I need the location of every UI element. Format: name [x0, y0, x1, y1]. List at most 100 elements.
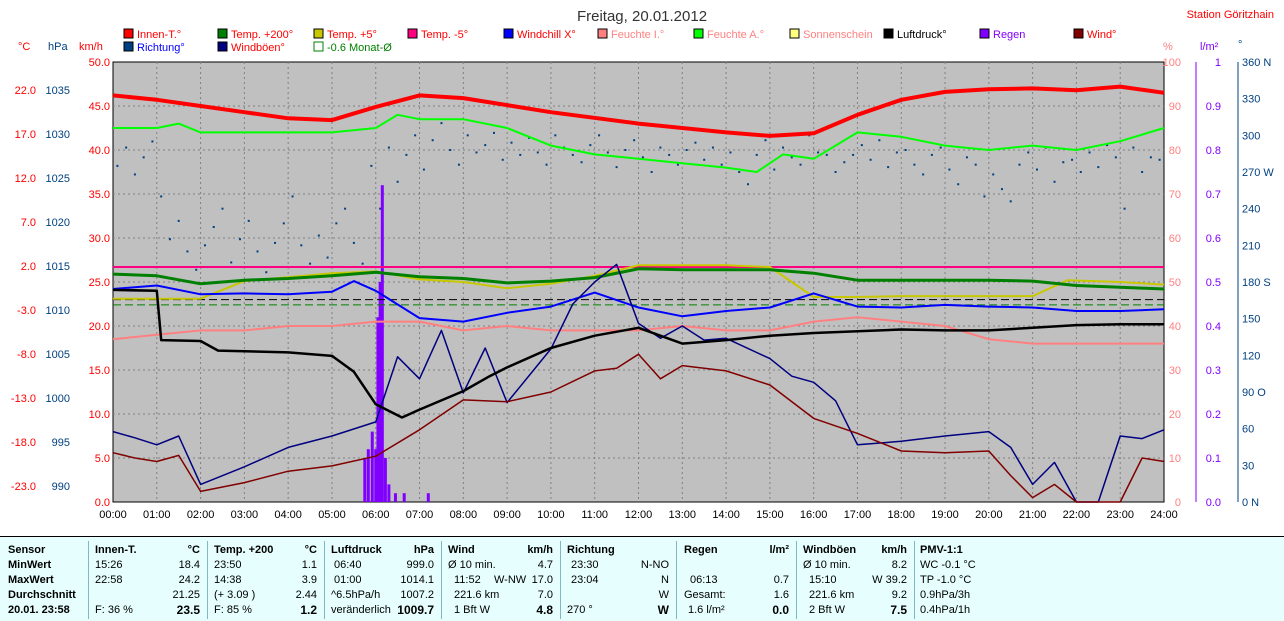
- direction-point: [484, 144, 487, 147]
- stats-luftdruck-max-time: 01:00: [334, 574, 362, 586]
- direction-point: [300, 244, 303, 247]
- direction-point: [720, 163, 723, 166]
- stats-luftdruck-min-time: 06:40: [334, 559, 362, 571]
- direction-point: [422, 168, 425, 171]
- direction-point: [449, 149, 452, 151]
- stats-wind-title: Wind: [448, 544, 475, 556]
- direction-point: [843, 161, 846, 164]
- direction-point: [203, 244, 206, 247]
- tick-label-direction: 300: [1242, 130, 1260, 142]
- tick-label-temp: 2.0: [21, 261, 36, 273]
- stats-innen-max-value: 24.2: [178, 574, 200, 586]
- stats-richtung-title: Richtung: [567, 544, 615, 556]
- stats-windboen-min-value: 8.2: [891, 559, 907, 571]
- tick-label-time: 14:00: [712, 509, 740, 521]
- tick-label-time: 03:00: [231, 509, 259, 521]
- stats-temp200-max-value: 3.9: [301, 574, 317, 586]
- legend-label: Feuchte A.°: [707, 29, 764, 41]
- stats-innen-min-time: 15:26: [95, 559, 123, 571]
- direction-point: [983, 195, 986, 198]
- tick-label-direction: 270 W: [1242, 167, 1274, 179]
- stats-windboen-max-value: W 39.2: [872, 574, 907, 586]
- direction-point: [414, 134, 417, 137]
- tick-label-time: 22:00: [1063, 509, 1091, 521]
- direction-point: [992, 173, 995, 176]
- unit-label-kmh: km/h: [79, 41, 103, 53]
- direction-point: [1132, 146, 1135, 149]
- stats-pmv-dewpoint: TP -1.0 °C: [920, 574, 972, 586]
- direction-point: [510, 141, 513, 144]
- legend-swatch: [313, 28, 324, 39]
- tick-label-direction: 150: [1242, 314, 1260, 326]
- stats-regen-now-label: 1.6 l/m²: [688, 604, 725, 616]
- tick-label-temp: 7.0: [21, 217, 36, 229]
- stats-wind-unit: km/h: [527, 544, 553, 556]
- legend-swatch: [979, 28, 990, 39]
- tick-label-humidity: 90: [1169, 101, 1181, 113]
- tick-label-time: 04:00: [274, 509, 302, 521]
- direction-point: [887, 166, 890, 169]
- direction-point: [247, 219, 250, 222]
- stats-wind-max-direction: W-NW: [494, 574, 527, 586]
- direction-point: [1036, 168, 1039, 171]
- direction-point: [904, 149, 907, 151]
- tick-label-wind: 40.0: [89, 145, 110, 157]
- tick-label-rain: 0.2: [1206, 409, 1221, 421]
- direction-point: [554, 134, 557, 137]
- tick-label-pressure: 990: [52, 481, 70, 493]
- stats-luftdruck-max-value: 1014.1: [400, 574, 434, 586]
- direction-point: [142, 156, 145, 159]
- tick-label-temp: -23.0: [11, 481, 36, 493]
- stats-label-now: 20.01. 23:58: [8, 604, 70, 616]
- direction-point: [878, 139, 881, 142]
- direction-point: [606, 151, 609, 154]
- tick-label-temp: -18.0: [11, 437, 36, 449]
- direction-point: [799, 163, 802, 166]
- stats-innen-now-label: F: 36 %: [95, 604, 133, 616]
- legend-label: Windchill X°: [517, 29, 576, 41]
- direction-point: [764, 139, 767, 142]
- tick-label-rain: 0.1: [1206, 453, 1221, 465]
- stats-temp200-unit: °C: [304, 544, 317, 556]
- tick-label-time: 17:00: [844, 509, 872, 521]
- stats-richtung-min-time: 23:30: [571, 559, 599, 571]
- tick-label-time: 16:00: [800, 509, 828, 521]
- stats-richtung-avg-value: W: [658, 589, 669, 601]
- tick-label-time: 07:00: [406, 509, 434, 521]
- stats-luftdruck-avg-value: 1007.2: [400, 589, 434, 601]
- stats-pmv-trend-3h: 0.9hPa/3h: [920, 589, 971, 601]
- stats-innen-min-value: 18.4: [178, 559, 200, 571]
- stats-wind-now-value: 4.8: [536, 603, 553, 617]
- direction-point: [1053, 180, 1056, 183]
- rain-bar: [363, 458, 367, 502]
- direction-point: [501, 158, 504, 161]
- direction-point: [1149, 156, 1152, 159]
- tick-label-direction: 330: [1242, 94, 1260, 106]
- tick-label-humidity: 60: [1169, 233, 1181, 245]
- direction-point: [361, 262, 364, 265]
- direction-point: [1079, 171, 1082, 173]
- tick-label-time: 13:00: [669, 509, 697, 521]
- stats-pmv-trend-1h: 0.4hPa/1h: [920, 604, 971, 616]
- stats-windboen-title: Windböen: [803, 544, 857, 556]
- stats-innen-title: Innen-T.: [95, 544, 137, 556]
- rain-bar: [393, 493, 397, 502]
- stats-col-richtung: Richtung 23:30 N-NO 23:04 N W 270 ° W: [567, 543, 669, 618]
- tick-label-rain: 0.4: [1206, 321, 1221, 333]
- tick-label-temp: -8.0: [17, 349, 36, 361]
- direction-point: [825, 153, 828, 156]
- legend-swatch: [123, 28, 134, 39]
- direction-point: [571, 153, 574, 156]
- stats-windboen-max-time: 15:10: [809, 574, 837, 586]
- legend-swatch: [883, 28, 894, 39]
- stats-col-wind: Wind km/h Ø 10 min. 4.7 11:52 W-NW 17.0 221.…: [448, 543, 553, 618]
- legend-swatch: [123, 41, 134, 52]
- stats-wind-max-value: 17.0: [531, 574, 553, 586]
- tick-label-time: 15:00: [756, 509, 784, 521]
- tick-label-pressure: 1035: [46, 85, 70, 97]
- stats-wind-max-time: 11:52: [454, 574, 481, 586]
- direction-point: [1071, 158, 1074, 161]
- direction-point: [1018, 163, 1021, 166]
- tick-label-humidity: 70: [1169, 189, 1181, 201]
- tick-label-pressure: 1030: [46, 129, 70, 141]
